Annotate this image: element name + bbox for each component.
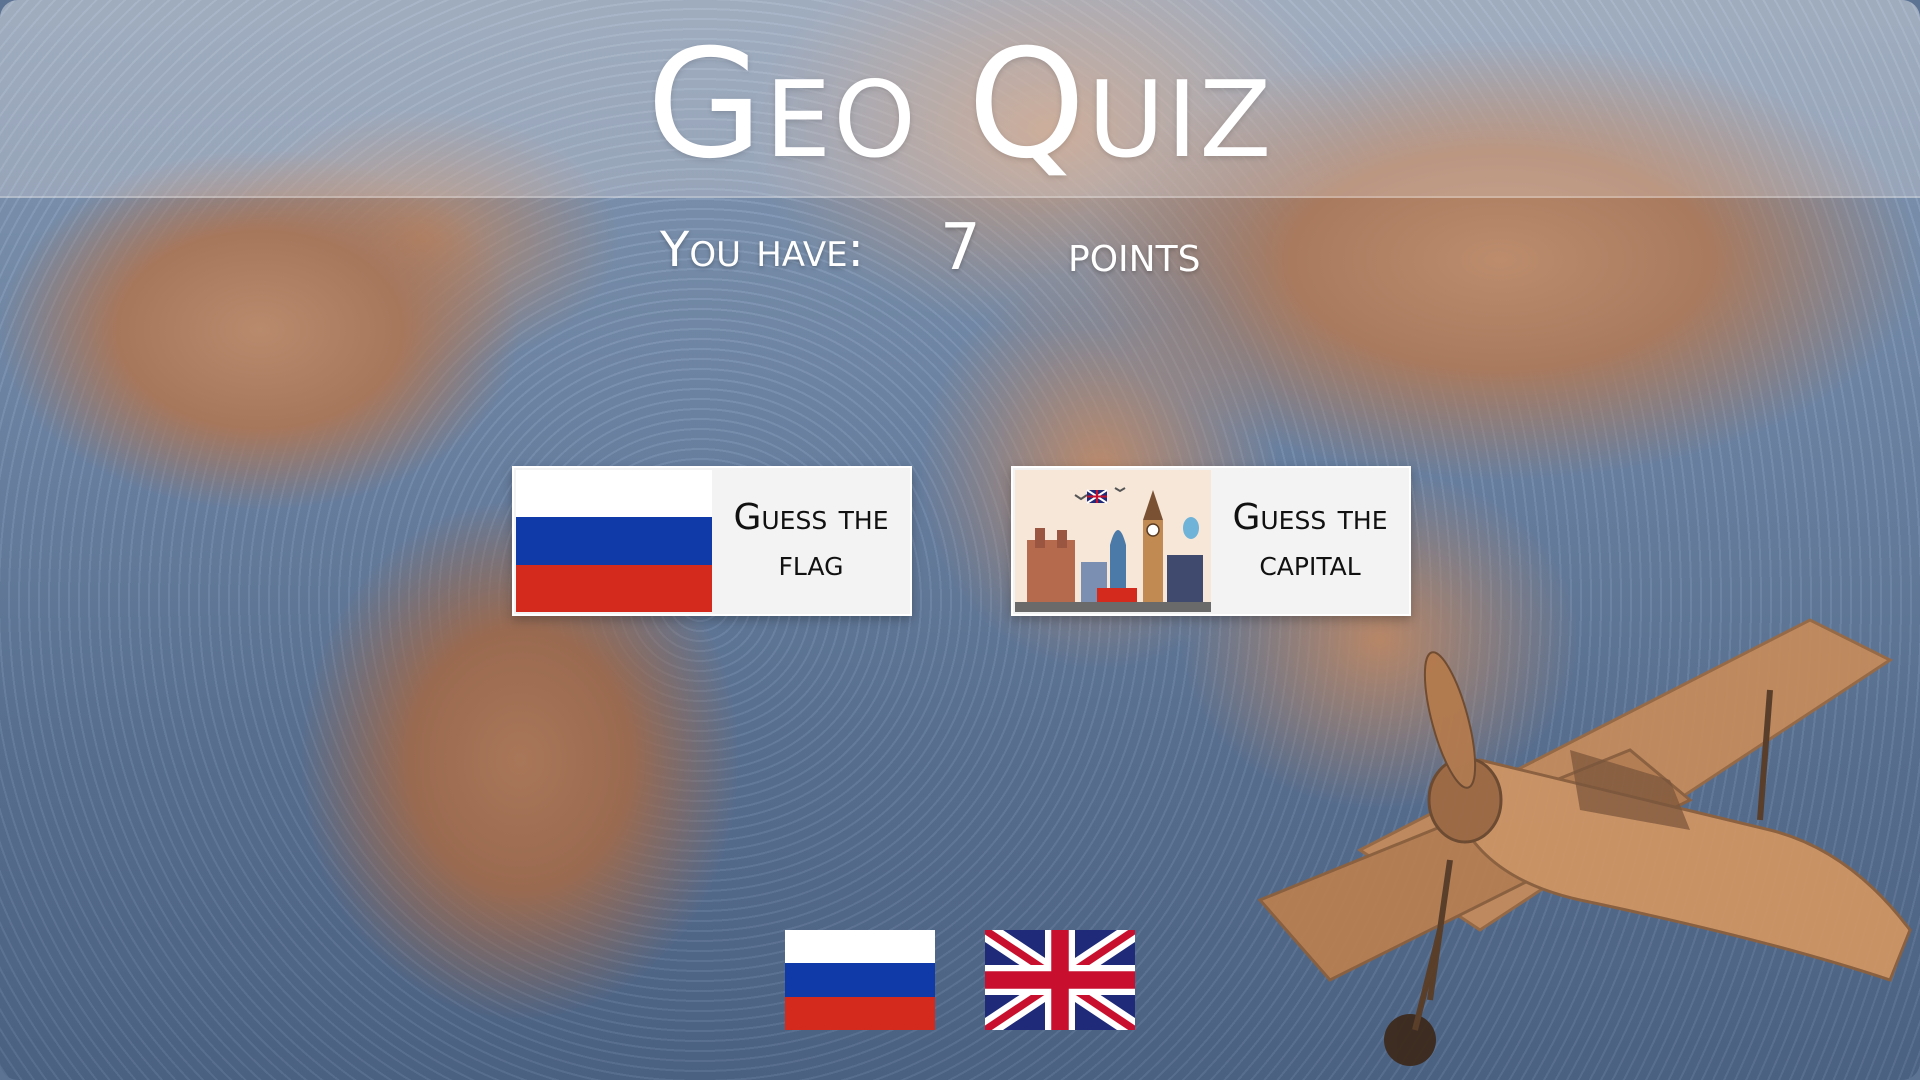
guess-flag-label: Guess the flag [733,497,889,584]
guess-flag-button[interactable]: Guess the flag [512,466,912,616]
game-title: Geo Quiz [646,18,1274,192]
russia-flag-icon [516,470,712,612]
score-unit: points [1068,224,1201,284]
score-label: You have: [660,222,864,278]
biplane-illustration [1257,618,1912,1066]
score-value: 7 [940,211,981,285]
uk-flag-icon [979,921,1141,1039]
game-screen: Geo Quiz You have: 7 points Guess the fl… [0,0,1920,1080]
language-english-button[interactable] [979,921,1141,1039]
guess-capital-button[interactable]: Guess the capital [1011,466,1411,616]
language-russian-button[interactable] [785,930,935,1030]
london-landmarks-icon [1015,470,1211,612]
guess-capital-label: Guess the capital [1232,497,1388,584]
russia-flag-icon [785,930,935,964]
